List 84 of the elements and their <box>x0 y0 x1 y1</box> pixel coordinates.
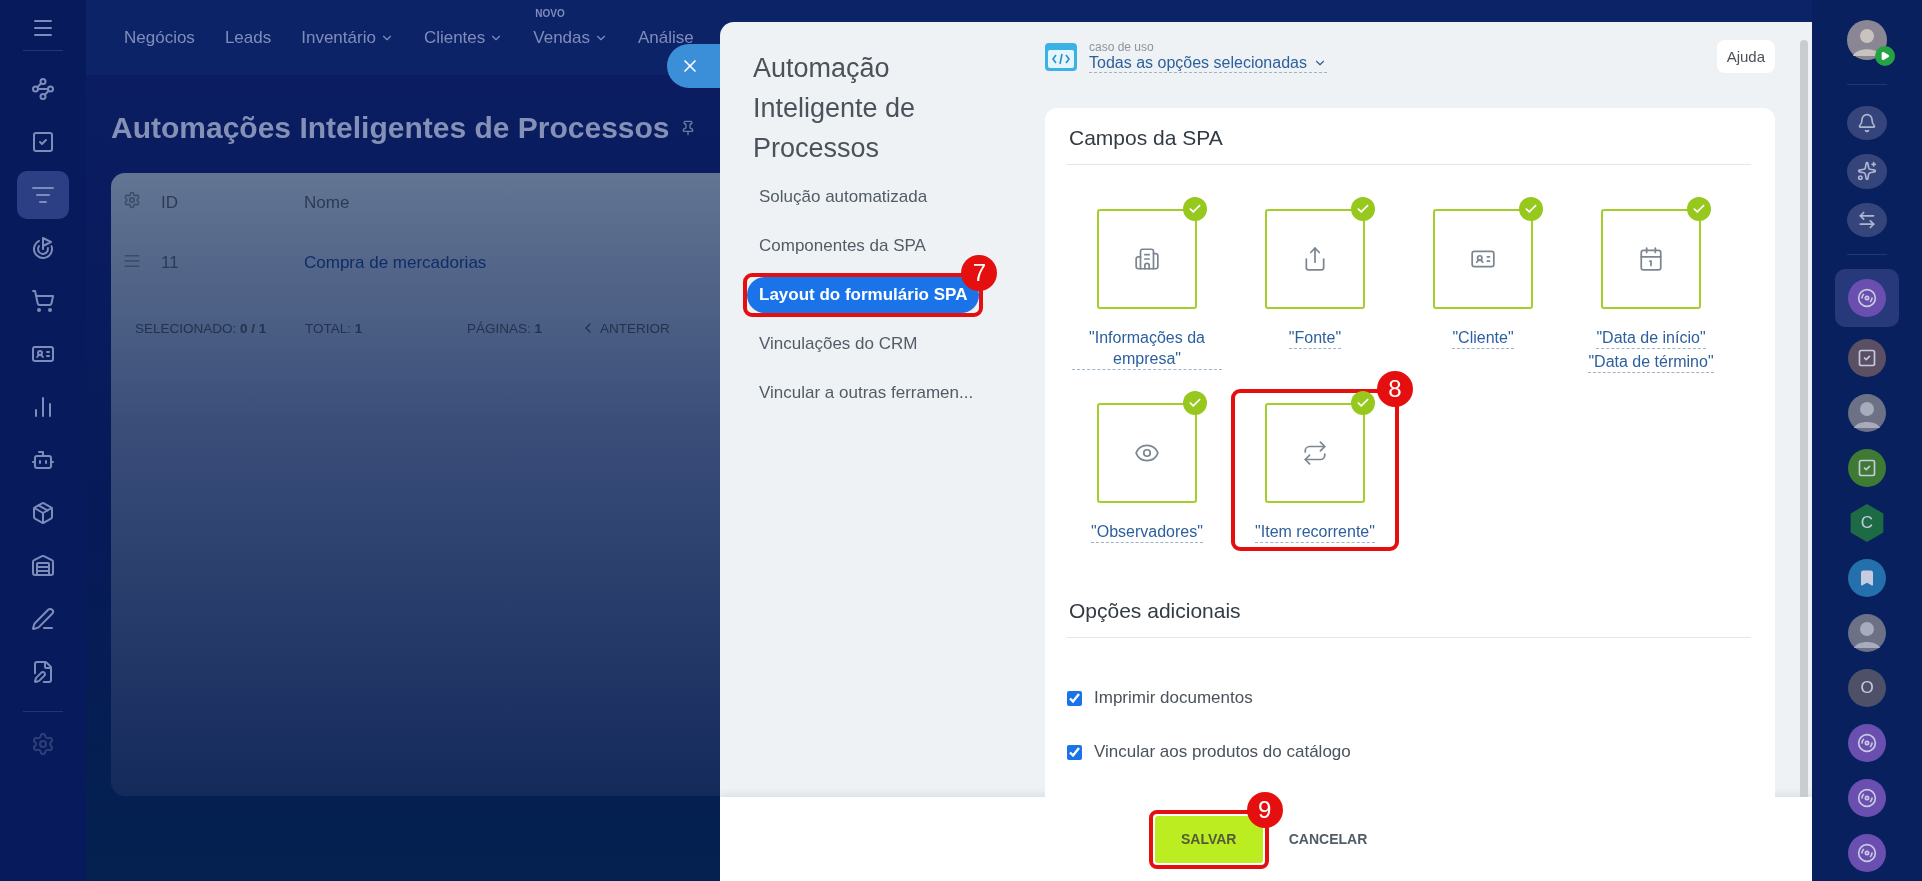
field-tile[interactable] <box>1097 209 1197 309</box>
pen-icon <box>31 607 55 631</box>
cart-icon <box>31 289 55 313</box>
field-link[interactable]: "Data de início" <box>1596 327 1706 349</box>
play-icon[interactable] <box>1875 46 1895 66</box>
slider-title: Automação Inteligente de Processos <box>752 52 917 165</box>
field-tile[interactable] <box>1265 209 1365 309</box>
field-tile[interactable] <box>1097 403 1197 503</box>
chat-item[interactable]: O <box>1835 664 1899 712</box>
field-link[interactable]: "Fonte" <box>1288 327 1342 349</box>
section-title: Opções adicionais <box>1067 599 1751 638</box>
use-case-caption: caso de uso <box>1089 40 1155 54</box>
chat-avatar[interactable] <box>1848 449 1886 487</box>
field-tile[interactable] <box>1601 209 1701 309</box>
field-link[interactable]: "Data de término" <box>1588 351 1714 373</box>
close-button[interactable] <box>667 44 720 88</box>
checkbox-icon <box>1857 458 1877 478</box>
target-icon <box>31 236 55 260</box>
repeat-icon <box>1302 440 1328 466</box>
sparkles-icon <box>1857 161 1877 182</box>
sidebar-item[interactable] <box>17 171 69 219</box>
user-avatar[interactable] <box>1847 20 1887 60</box>
disc-icon <box>1857 733 1877 753</box>
disc-icon <box>1857 288 1877 308</box>
new-label: NOVO <box>535 7 565 19</box>
package-icon <box>31 501 55 525</box>
checkbox[interactable] <box>1067 744 1082 760</box>
field-link[interactable]: "Item recorrente" <box>1255 521 1375 543</box>
chat-avatar[interactable] <box>1848 339 1886 377</box>
help-button[interactable]: Ajuda <box>1716 40 1775 73</box>
share-icon <box>1302 246 1328 272</box>
section-title: Campos da SPA <box>1067 126 1751 165</box>
field-link[interactable]: "Cliente" <box>1452 327 1514 349</box>
warehouse-icon <box>31 554 55 578</box>
chat-avatar[interactable]: C <box>1848 504 1886 542</box>
field-link[interactable]: "Observadores" <box>1091 521 1203 543</box>
checkbox[interactable] <box>1067 690 1082 706</box>
bell-icon <box>1857 113 1877 134</box>
chat-avatar[interactable] <box>1848 724 1886 762</box>
nav-item[interactable]: Clientes <box>423 27 504 48</box>
avatar-icon <box>1848 614 1886 652</box>
sparkles-button[interactable] <box>1847 154 1887 189</box>
disc-icon <box>1857 843 1877 863</box>
code-window-icon <box>1045 42 1077 71</box>
arrows-icon <box>1857 209 1877 230</box>
chat-item[interactable]: C <box>1835 499 1899 547</box>
chat-avatar[interactable] <box>1848 279 1886 317</box>
use-case-dropdown[interactable]: Todas as opções selecionadas <box>1089 54 1327 73</box>
option-label: Vincular aos produtos do catálogo <box>1094 742 1351 762</box>
field-tile[interactable] <box>1433 209 1533 309</box>
menu-item[interactable]: Vincular a outras ferramen... <box>747 374 986 411</box>
step-number: 8 <box>1377 371 1413 407</box>
menu-item[interactable]: Solução automatizada <box>747 178 940 215</box>
menu-item[interactable]: Vinculações do CRM <box>747 325 930 362</box>
calendar-icon <box>1638 246 1664 272</box>
chat-avatar[interactable] <box>1848 779 1886 817</box>
column-header: ID <box>161 192 179 213</box>
option-label: Imprimir documentos <box>1094 688 1253 708</box>
checkbox-icon <box>31 130 55 154</box>
field-link[interactable]: "Informações da empresa" <box>1072 327 1222 370</box>
chat-avatar[interactable] <box>1848 834 1886 872</box>
notifications-button[interactable] <box>1847 105 1887 141</box>
building-icon <box>1134 246 1160 272</box>
nav-item[interactable]: Análise <box>638 27 694 48</box>
nav-item[interactable]: Negócios <box>124 27 195 48</box>
scrollbar[interactable] <box>1800 40 1808 797</box>
cancel-button[interactable]: CANCELAR <box>1282 830 1374 848</box>
avatar-icon <box>1848 394 1886 432</box>
menu-item[interactable]: Componentes da SPA <box>747 227 938 264</box>
chat-item[interactable] <box>1835 269 1899 327</box>
nav-item[interactable]: Inventário <box>301 27 394 48</box>
nav-item[interactable]: Leads <box>224 27 272 48</box>
chat-avatar[interactable]: O <box>1848 669 1886 707</box>
page-title: Automações Inteligentes de Processos <box>111 111 670 145</box>
column-header: Nome <box>304 192 351 213</box>
bookmark-icon <box>1858 569 1876 587</box>
exchange-button[interactable] <box>1847 202 1887 238</box>
robot-icon <box>31 448 55 472</box>
field-tile[interactable] <box>1265 403 1365 503</box>
chat-avatar[interactable] <box>1848 559 1886 597</box>
disc-icon <box>1857 788 1877 808</box>
checkbox-icon <box>1857 348 1877 368</box>
waypoints-icon <box>31 77 55 101</box>
file-pen-icon <box>31 660 55 684</box>
